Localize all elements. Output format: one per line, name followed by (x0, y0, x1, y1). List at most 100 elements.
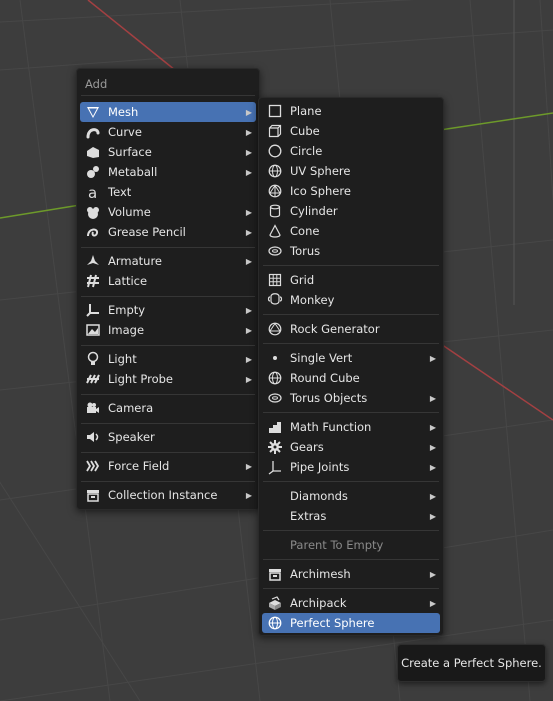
add-item-label: Lattice (108, 274, 148, 288)
mesh-item-extras[interactable]: Extras ▶ (262, 506, 440, 526)
add-item-armature[interactable]: Armature ▶ (80, 251, 256, 271)
mesh-item-circle[interactable]: Circle (262, 141, 440, 161)
speaker-icon (84, 428, 102, 446)
mesh-item-label: Archimesh (290, 567, 351, 581)
mesh-item-cylinder[interactable]: Cylinder (262, 201, 440, 221)
add-item-light[interactable]: Light ▶ (80, 349, 256, 369)
tooltip-text: Create a Perfect Sphere. (401, 656, 542, 670)
collection-instance-icon (84, 486, 102, 504)
submenu-arrow-icon: ▶ (245, 374, 253, 384)
add-item-label: Speaker (108, 430, 155, 444)
gears-icon (266, 438, 284, 456)
mesh-item-plane[interactable]: Plane (262, 101, 440, 121)
submenu-arrow-icon: ▶ (245, 256, 253, 266)
mesh-item-cube[interactable]: Cube (262, 121, 440, 141)
mesh-item-math-function[interactable]: Math Function ▶ (262, 417, 440, 437)
submenu-arrow-icon: ▶ (429, 393, 437, 403)
empty-icon (84, 301, 102, 319)
mesh-item-label: Torus Objects (290, 391, 368, 405)
menu-separator (263, 559, 439, 560)
add-item-light-probe[interactable]: Light Probe ▶ (80, 369, 256, 389)
add-item-speaker[interactable]: Speaker (80, 427, 256, 447)
mesh-item-label: Pipe Joints (290, 460, 350, 474)
lattice-icon (84, 272, 102, 290)
mesh-item-rock-generator[interactable]: Rock Generator (262, 319, 440, 339)
pipe-joints-icon (266, 458, 284, 476)
add-item-surface[interactable]: Surface ▶ (80, 142, 256, 162)
mesh-item-label: Perfect Sphere (290, 616, 375, 630)
archimesh-icon (266, 565, 284, 583)
plane-icon (266, 102, 284, 120)
add-item-grease-pencil[interactable]: Grease Pencil ▶ (80, 222, 256, 242)
add-item-mesh[interactable]: Mesh ▶ (80, 102, 256, 122)
mesh-item-label: UV Sphere (290, 164, 351, 178)
uv-sphere-icon (266, 162, 284, 180)
mesh-item-label: Parent To Empty (290, 538, 384, 552)
submenu-arrow-icon: ▶ (429, 353, 437, 363)
add-item-force-field[interactable]: Force Field ▶ (80, 456, 256, 476)
submenu-arrow-icon: ▶ (245, 167, 253, 177)
mesh-item-label: Circle (290, 144, 323, 158)
add-item-lattice[interactable]: Lattice (80, 271, 256, 291)
round-cube-icon (266, 369, 284, 387)
mesh-item-label: Math Function (290, 420, 372, 434)
add-menu: Add Mesh ▶ Curve ▶ Surface ▶ Metaball ▶ a Text Vol… (76, 68, 260, 510)
mesh-item-label: Gears (290, 440, 324, 454)
mesh-item-label: Diamonds (290, 489, 348, 503)
metaball-icon (84, 163, 102, 181)
mesh-item-label: Ico Sphere (290, 184, 351, 198)
add-item-image[interactable]: Image ▶ (80, 320, 256, 340)
mesh-item-archimesh[interactable]: Archimesh ▶ (262, 564, 440, 584)
add-item-volume[interactable]: Volume ▶ (80, 202, 256, 222)
mesh-submenu: Plane Cube Circle UV Sphere Ico Sphere Cylind… (258, 97, 444, 636)
mesh-item-torus-objects[interactable]: Torus Objects ▶ (262, 388, 440, 408)
light-icon (84, 350, 102, 368)
submenu-arrow-icon: ▶ (245, 490, 253, 500)
mesh-item-label: Grid (290, 273, 315, 287)
add-item-collection-instance[interactable]: Collection Instance ▶ (80, 485, 256, 505)
add-item-empty[interactable]: Empty ▶ (80, 300, 256, 320)
mesh-item-round-cube[interactable]: Round Cube (262, 368, 440, 388)
mesh-item-label: Single Vert (290, 351, 353, 365)
mesh-item-cone[interactable]: Cone (262, 221, 440, 241)
mesh-item-monkey[interactable]: Monkey (262, 290, 440, 310)
mesh-item-perfect-sphere[interactable]: Perfect Sphere (262, 613, 440, 633)
cylinder-icon (266, 202, 284, 220)
add-item-curve[interactable]: Curve ▶ (80, 122, 256, 142)
math-function-icon (266, 418, 284, 436)
mesh-item-torus[interactable]: Torus (262, 241, 440, 261)
cone-icon (266, 222, 284, 240)
add-item-label: Light Probe (108, 372, 173, 386)
mesh-item-diamonds[interactable]: Diamonds ▶ (262, 486, 440, 506)
single-vert-icon (266, 349, 284, 367)
image-icon (84, 321, 102, 339)
mesh-item-label: Plane (290, 104, 322, 118)
submenu-arrow-icon: ▶ (245, 147, 253, 157)
add-item-camera[interactable]: Camera (80, 398, 256, 418)
submenu-arrow-icon: ▶ (245, 207, 253, 217)
mesh-item-ico-sphere[interactable]: Ico Sphere (262, 181, 440, 201)
archipack-icon (266, 594, 284, 612)
mesh-item-uv-sphere[interactable]: UV Sphere (262, 161, 440, 181)
perfect-sphere-icon (266, 614, 284, 632)
mesh-item-archipack[interactable]: Archipack ▶ (262, 593, 440, 613)
menu-separator (263, 412, 439, 413)
add-item-text[interactable]: a Text (80, 182, 256, 202)
mesh-item-label: Archipack (290, 596, 347, 610)
mesh-item-grid[interactable]: Grid (262, 270, 440, 290)
submenu-arrow-icon: ▶ (245, 107, 253, 117)
surface-icon (84, 143, 102, 161)
submenu-arrow-icon: ▶ (245, 227, 253, 237)
mesh-item-pipe-joints[interactable]: Pipe Joints ▶ (262, 457, 440, 477)
add-item-label: Text (108, 185, 132, 199)
menu-separator (263, 588, 439, 589)
mesh-item-gears[interactable]: Gears ▶ (262, 437, 440, 457)
circle-icon (266, 142, 284, 160)
menu-separator (81, 423, 255, 424)
torus-objects-icon (266, 389, 284, 407)
menu-separator (81, 481, 255, 482)
menu-separator (81, 95, 255, 96)
light-probe-icon (84, 370, 102, 388)
mesh-item-single-vert[interactable]: Single Vert ▶ (262, 348, 440, 368)
add-item-metaball[interactable]: Metaball ▶ (80, 162, 256, 182)
